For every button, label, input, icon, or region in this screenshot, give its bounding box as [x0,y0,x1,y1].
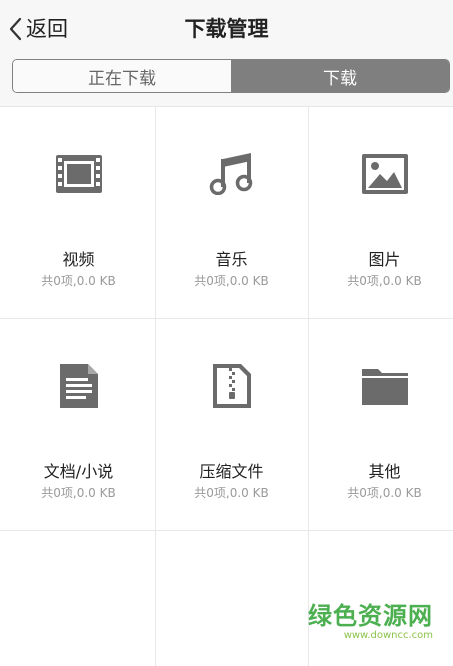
segmented-control: 正在下载 下载 [12,59,450,93]
tab-downloaded[interactable]: 下载 [231,60,449,92]
category-stat: 共0项,0.0 KB [194,486,269,500]
page-title: 下载管理 [184,17,269,41]
category-video[interactable]: 视频 共0项,0.0 KB [3,107,154,318]
category-stat: 共0项,0.0 KB [347,486,422,500]
category-image[interactable]: 图片 共0项,0.0 KB [309,107,453,318]
category-stat: 共0项,0.0 KB [41,486,116,500]
category-stat: 共0项,0.0 KB [194,274,269,288]
grid-divider [0,530,453,531]
category-stat: 共0项,0.0 KB [347,274,422,288]
category-label: 图片 [368,250,401,269]
zip-file-icon [208,364,256,408]
category-label: 视频 [62,250,95,269]
category-archive[interactable]: 压缩文件 共0项,0.0 KB [156,319,307,530]
music-note-icon [208,152,256,196]
category-music[interactable]: 音乐 共0项,0.0 KB [156,107,307,318]
watermark-url: www.downcc.com [343,630,433,641]
category-label: 压缩文件 [199,462,264,481]
category-label: 其他 [368,462,401,481]
folder-icon [361,364,409,408]
tab-bar: 正在下载 下载 [0,56,453,107]
category-stat: 共0项,0.0 KB [41,274,116,288]
category-label: 音乐 [215,250,248,269]
watermark-text: 绿色资源网 [308,602,433,630]
document-icon [55,364,103,408]
nav-bar: 返回 下载管理 [0,0,453,56]
film-icon [55,152,103,196]
watermark: 绿色资源网 www.downcc.com [308,602,433,642]
category-document[interactable]: 文档/小说 共0项,0.0 KB [3,319,154,530]
tab-downloading[interactable]: 正在下载 [13,60,231,92]
image-icon [361,152,409,196]
category-grid: 视频 共0项,0.0 KB 音乐 共0项,0.0 KB 图片 共0项,0.0 K… [0,107,453,666]
category-other[interactable]: 其他 共0项,0.0 KB [309,319,453,530]
category-label: 文档/小说 [43,462,114,481]
